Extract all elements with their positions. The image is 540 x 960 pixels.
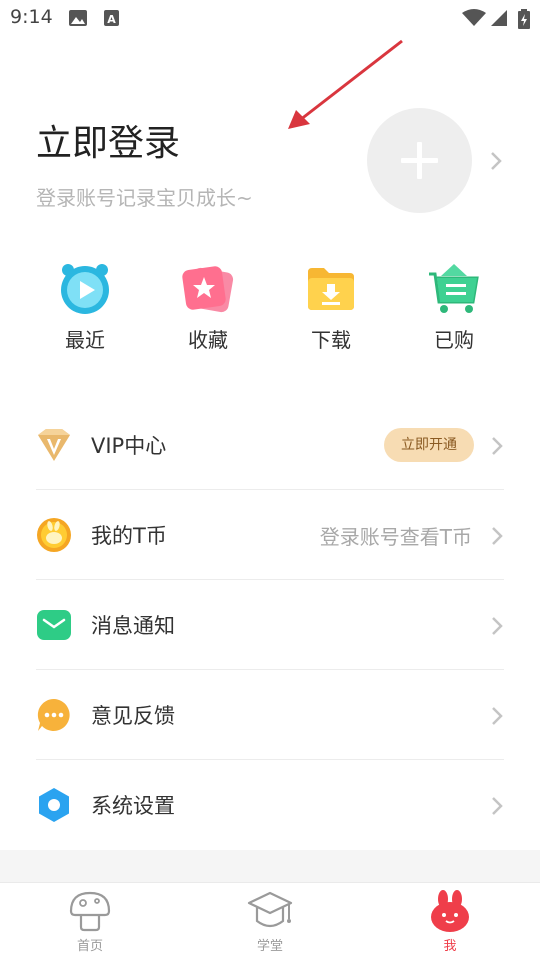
- chevron-right-icon: [492, 707, 503, 725]
- avatar[interactable]: [367, 108, 472, 213]
- app-notification-icon: A: [104, 10, 119, 26]
- login-subtitle: 登录账号记录宝贝成长~: [36, 186, 253, 210]
- tab-me[interactable]: 我: [405, 889, 495, 954]
- quick-action-download[interactable]: 下载: [286, 262, 376, 353]
- coin-icon: [37, 518, 71, 552]
- quick-action-favorites[interactable]: 收藏: [163, 262, 253, 353]
- add-avatar-icon: [401, 142, 438, 179]
- menu-row-my-coins[interactable]: 我的T币 登录账号查看T币: [36, 490, 504, 580]
- chevron-right-icon: [492, 797, 503, 815]
- wifi-icon: [462, 9, 486, 26]
- login-title[interactable]: 立即登录: [36, 114, 180, 166]
- message-envelope-icon: [37, 610, 71, 640]
- favorites-star-icon: [182, 266, 234, 313]
- tab-label: 首页: [76, 939, 103, 954]
- download-folder-icon: [308, 268, 354, 310]
- menu-row-settings[interactable]: 系统设置: [36, 760, 504, 850]
- image-notification-icon: [69, 10, 87, 26]
- my-coins-value: 登录账号查看T币: [319, 525, 472, 549]
- tab-label: 我: [443, 939, 457, 954]
- quick-action-label: 下载: [311, 328, 351, 352]
- chevron-right-icon: [492, 527, 503, 545]
- settings-hexagon-icon: [39, 788, 69, 822]
- school-cap-icon: [247, 891, 293, 928]
- cellular-signal-icon: [491, 10, 507, 26]
- my-coins-label: 我的T币: [91, 524, 167, 548]
- bottom-tab-bar: 首页 学堂 我: [0, 882, 540, 960]
- quick-action-label: 已购: [434, 328, 474, 352]
- messages-label: 消息通知: [91, 614, 175, 638]
- vip-diamond-icon: [38, 429, 70, 461]
- svg-text:A: A: [107, 13, 116, 26]
- recent-clock-icon: [61, 264, 109, 314]
- quick-action-label: 收藏: [188, 328, 228, 352]
- menu-row-vip-center[interactable]: VIP中心 立即开通: [36, 400, 504, 490]
- quick-action-purchased[interactable]: 已购: [409, 262, 499, 353]
- tab-school[interactable]: 学堂: [225, 889, 315, 954]
- quick-action-label: 最近: [65, 328, 105, 352]
- settings-label: 系统设置: [91, 794, 175, 818]
- home-mushroom-icon: [69, 891, 111, 932]
- menu-row-feedback[interactable]: 意见反馈: [36, 670, 504, 760]
- chevron-right-icon: [492, 437, 503, 455]
- section-divider: [0, 850, 540, 882]
- battery-charging-icon: [518, 9, 530, 29]
- tab-label: 学堂: [256, 939, 283, 954]
- profile-chevron-right-icon[interactable]: [489, 150, 503, 172]
- vip-activate-button[interactable]: 立即开通: [384, 428, 474, 462]
- me-rabbit-icon: [431, 890, 469, 932]
- feedback-label: 意见反馈: [91, 704, 175, 728]
- tab-home[interactable]: 首页: [45, 889, 135, 954]
- status-bar: 9:14 A: [0, 0, 540, 36]
- vip-center-label: VIP中心: [91, 434, 167, 458]
- status-time: 9:14: [10, 6, 53, 28]
- menu-row-messages[interactable]: 消息通知: [36, 580, 504, 670]
- purchased-cart-icon: [429, 264, 479, 313]
- feedback-bubble-icon: [37, 698, 70, 731]
- chevron-right-icon: [492, 617, 503, 635]
- quick-action-recent[interactable]: 最近: [40, 262, 130, 353]
